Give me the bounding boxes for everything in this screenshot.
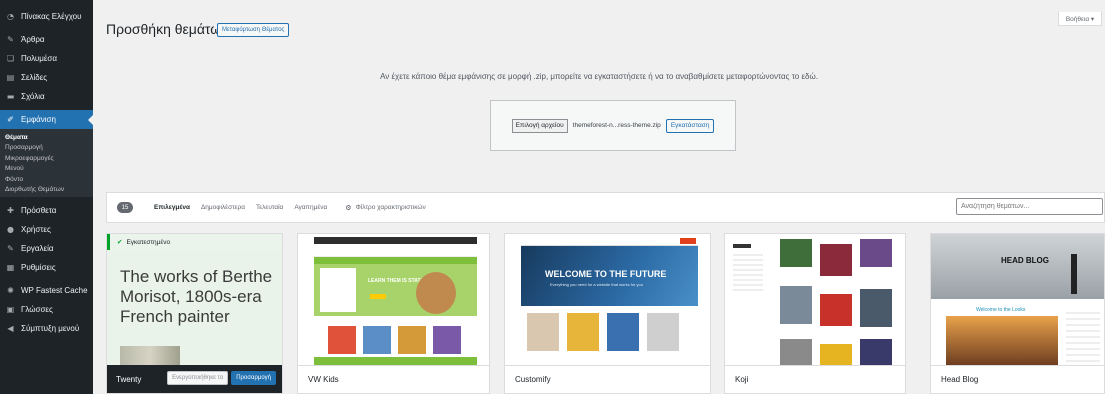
collapse-icon: ◀ <box>7 324 14 333</box>
hero-subtext: Everything you need for a website that w… <box>550 282 643 287</box>
sidebar-item-users[interactable]: ● Χρήστες <box>0 220 93 239</box>
sidebar-item-label: Σελίδες <box>21 73 48 82</box>
sidebar-item-label: Εργαλεία <box>21 244 54 253</box>
submenu-widgets[interactable]: Μικροεφαρμογές <box>0 153 93 164</box>
upload-theme-button[interactable]: Μεταφόρτωση Θέματος <box>217 23 290 37</box>
plugins-icon: ✚ <box>7 206 14 215</box>
sidebar-item-label: Χρήστες <box>21 225 51 234</box>
sidebar-item-label: Πίνακας Ελέγχου <box>21 12 82 21</box>
theme-name: Koji <box>725 365 905 393</box>
pin-icon: ✎ <box>7 35 14 44</box>
pages-icon: ▤ <box>6 73 15 82</box>
sidebar-item-label: Σύμπτυξη μενού <box>21 324 80 333</box>
hero-text: WELCOME TO THE FUTURE <box>545 269 667 279</box>
submenu-background[interactable]: Φόντο <box>0 174 93 185</box>
appearance-icon: ✐ <box>7 115 14 124</box>
admin-sidebar: ◔ Πίνακας Ελέγχου ✎ Άρθρα ❏ Πολυμέσα ▤ Σελίδ… <box>0 0 93 394</box>
sidebar-item-wp-fastest-cache[interactable]: ✺ WP Fastest Cache <box>0 281 93 300</box>
settings-icon: ▦ <box>6 263 15 272</box>
theme-name: VW Kids <box>298 365 489 393</box>
theme-screenshot: ✔ Εγκατεστημένο The works of Berthe Moris… <box>107 234 282 367</box>
choose-file-button[interactable]: Επιλογή αρχείου <box>511 118 568 133</box>
tools-icon: ✎ <box>7 244 14 253</box>
theme-actions: Ενεργοποιήθηκε το Προσαρμογή <box>167 371 276 385</box>
feature-filter-button[interactable]: Φίλτρο χαρακτηριστικών <box>356 204 426 211</box>
sidebar-item-comments[interactable]: ▬ Σχόλια <box>0 87 93 106</box>
sidebar-item-label: Πρόσθετα <box>21 206 57 215</box>
welcome-text: Welcome to the Looks <box>976 307 1026 313</box>
submenu-menus[interactable]: Μενού <box>0 164 93 175</box>
submenu-customize[interactable]: Προσαρμογή <box>0 143 93 154</box>
gear-icon[interactable]: ⚙ <box>345 204 351 212</box>
sidebar-item-plugins[interactable]: ✚ Πρόσθετα <box>0 201 93 220</box>
hero-text: HEAD BLOG <box>1001 256 1049 265</box>
theme-name: Twenty Ενεργοποιήθηκε το Προσαρμογή <box>107 365 282 393</box>
tab-latest[interactable]: Τελευταία <box>256 204 283 211</box>
page-title: Προσθήκη θεμάτων <box>106 21 229 37</box>
sidebar-item-pages[interactable]: ▤ Σελίδες <box>0 68 93 87</box>
theme-card-head-blog[interactable]: HEAD BLOG Welcome to the Looks Head Blog <box>930 233 1105 394</box>
media-icon: ❏ <box>6 54 15 63</box>
activated-button[interactable]: Ενεργοποιήθηκε το <box>167 371 229 385</box>
theme-screenshot: WELCOME TO THE FUTURE Everything you nee… <box>505 234 710 367</box>
hero-banner <box>931 234 1104 299</box>
tab-favorites[interactable]: Αγαπημένα <box>294 204 327 211</box>
submenu-theme-editor[interactable]: Διορθωτής Θεμάτων <box>0 185 93 196</box>
theme-screenshot: HEAD BLOG Welcome to the Looks <box>931 234 1104 367</box>
theme-name: Head Blog <box>931 365 1104 393</box>
tab-popular[interactable]: Δημοφιλέστερα <box>201 204 245 211</box>
upload-form: Επιλογή αρχείου themeforest-n...ress-the… <box>490 100 736 151</box>
theme-screenshot: LEARN THEM IS STATIC! <box>298 234 489 367</box>
sidebar-item-appearance[interactable]: ✐ Εμφάνιση <box>0 110 93 129</box>
collapse-menu-button[interactable]: ◀ Σύμπτυξη μενού <box>0 319 93 338</box>
users-icon: ● <box>7 225 14 234</box>
comments-icon: ▬ <box>6 92 15 101</box>
sidebar-item-label: WP Fastest Cache <box>21 286 88 295</box>
theme-card-vw-kids[interactable]: LEARN THEM IS STATIC! VW Kids <box>297 233 490 394</box>
sidebar-item-posts[interactable]: ✎ Άρθρα <box>0 30 93 49</box>
preview-heading: The works of Berthe Morisot, 1800s-era F… <box>120 267 273 326</box>
submenu-themes[interactable]: Θέματα <box>0 132 93 143</box>
sidebar-item-label: Άρθρα <box>21 35 45 44</box>
sidebar-item-dashboard[interactable]: ◔ Πίνακας Ελέγχου <box>0 7 93 26</box>
sidebar-item-label: Εμφάνιση <box>21 115 56 124</box>
install-now-button[interactable]: Εγκατάσταση <box>665 118 715 133</box>
sidebar-item-tools[interactable]: ✎ Εργαλεία <box>0 239 93 258</box>
theme-count-badge: 15 <box>117 202 133 213</box>
help-tab[interactable]: Βοήθεια ▾ <box>1058 12 1102 26</box>
tab-featured[interactable]: Επιλεγμένα <box>154 204 190 211</box>
cache-icon: ✺ <box>7 286 14 295</box>
theme-card-koji[interactable]: Koji <box>724 233 906 394</box>
appearance-submenu: Θέματα Προσαρμογή Μικροεφαρμογές Μενού Φ… <box>0 129 93 197</box>
sidebar-item-label: Πολυμέσα <box>21 54 57 63</box>
theme-card-twenty[interactable]: ✔ Εγκατεστημένο The works of Berthe Moris… <box>106 233 283 394</box>
preview-image <box>120 346 180 367</box>
theme-card-customify[interactable]: WELCOME TO THE FUTURE Everything you nee… <box>504 233 711 394</box>
search-themes-input[interactable] <box>956 198 1103 215</box>
theme-screenshot <box>725 234 905 367</box>
selected-file-name: themeforest-n...ress-theme.zip <box>572 122 661 129</box>
sidebar-item-label: Ρυθμίσεις <box>21 263 56 272</box>
sidebar-item-label: Σχόλια <box>21 92 45 101</box>
languages-icon: ▣ <box>6 305 15 314</box>
theme-name: Customify <box>505 365 710 393</box>
checkmark-icon: ✔ <box>117 238 123 246</box>
sidebar-item-label: Γλώσσες <box>21 305 53 314</box>
customize-button[interactable]: Προσαρμογή <box>231 371 276 385</box>
sidebar-item-settings[interactable]: ▦ Ρυθμίσεις <box>0 258 93 277</box>
sidebar-item-media[interactable]: ❏ Πολυμέσα <box>0 49 93 68</box>
sidebar-item-languages[interactable]: ▣ Γλώσσες <box>0 300 93 319</box>
dashboard-icon: ◔ <box>7 12 14 21</box>
installed-notice: ✔ Εγκατεστημένο <box>107 234 282 250</box>
upload-description: Αν έχετε κάποιο θέμα εμφάνισης σε μορφή … <box>380 72 818 81</box>
